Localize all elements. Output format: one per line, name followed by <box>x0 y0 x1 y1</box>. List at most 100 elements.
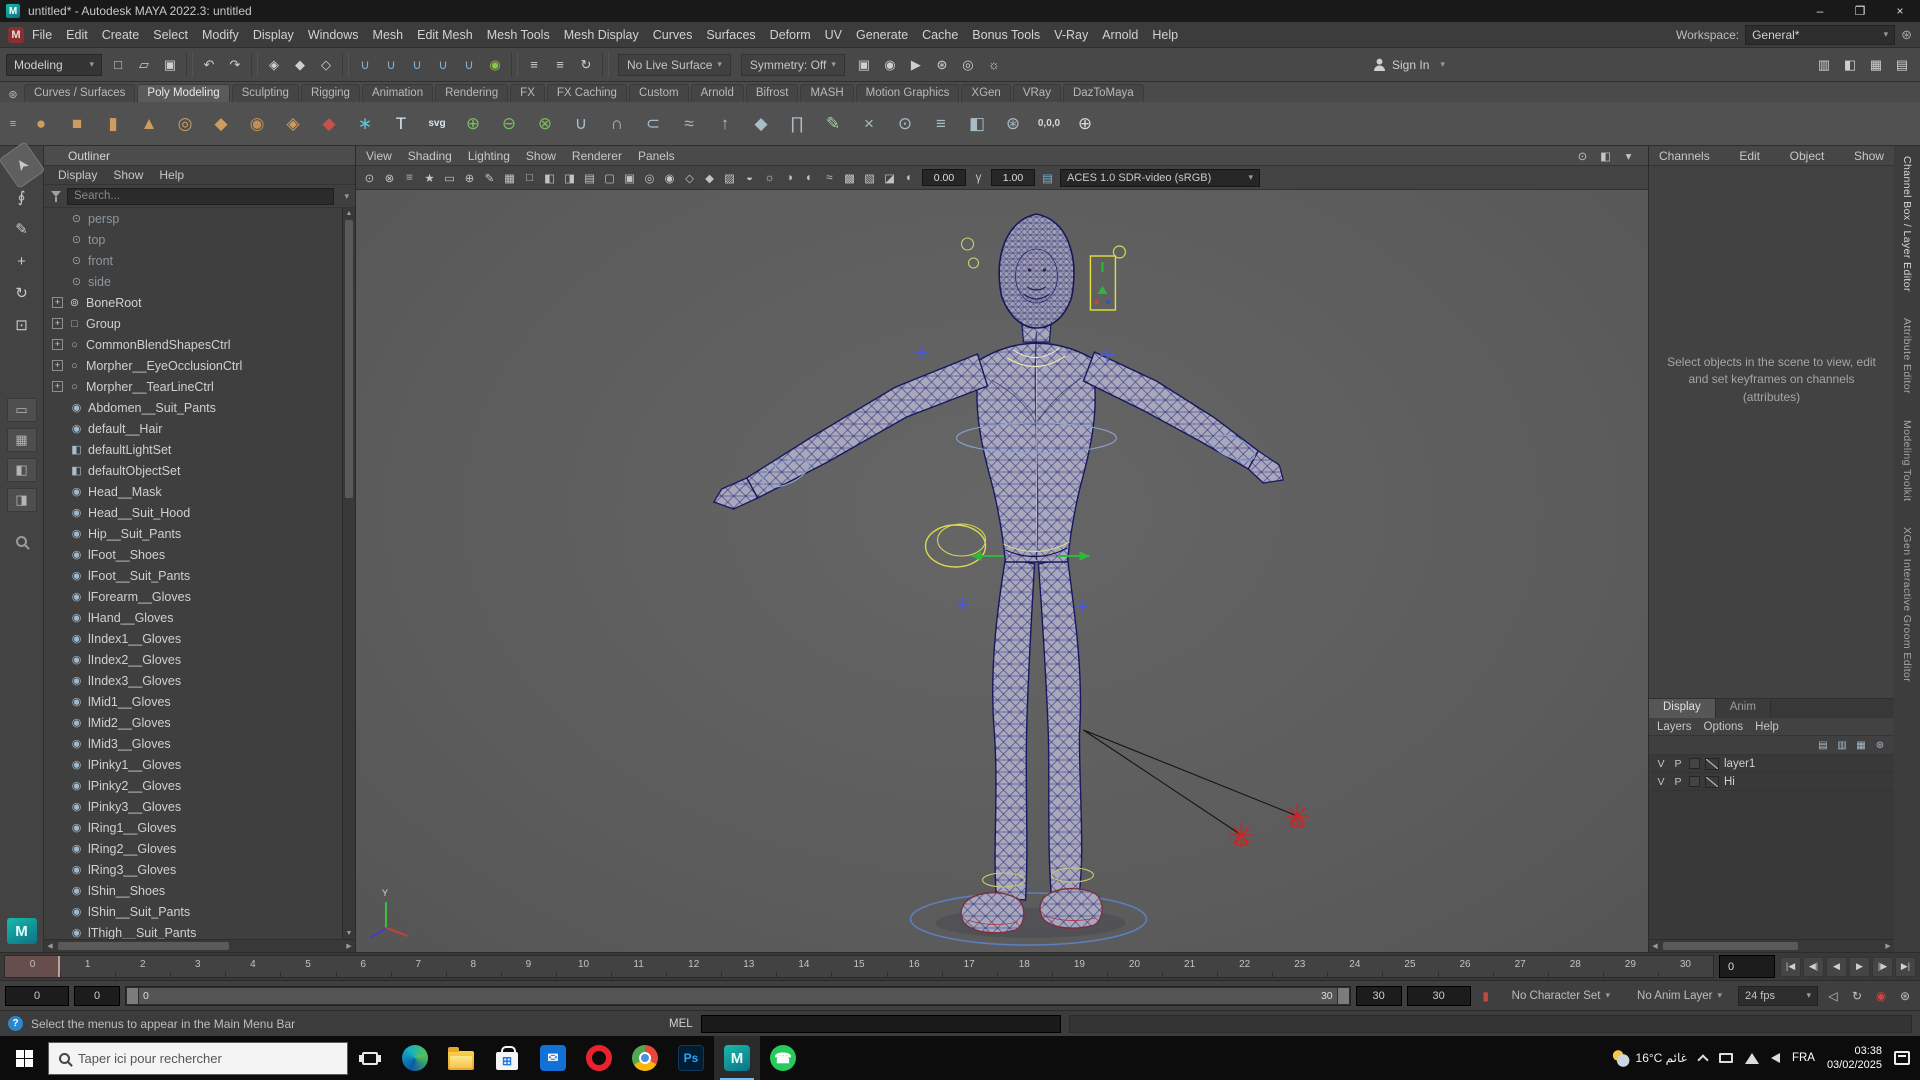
live-surface-select[interactable]: No Live Surface ▾ <box>618 53 731 76</box>
gamma-field[interactable]: 1.00 <box>991 169 1035 186</box>
shelf-tab-sculpting[interactable]: Sculpting <box>231 84 299 102</box>
outliner-item-morpher-tearlinectrl[interactable]: + ○ Morpher__TearLineCtrl <box>44 376 342 397</box>
volume-icon[interactable] <box>1770 1053 1780 1063</box>
shelf-tab-curves-surfaces[interactable]: Curves / Surfaces <box>24 84 136 102</box>
go-to-start-button[interactable]: |◀ <box>1780 956 1801 977</box>
outliner-menu-display[interactable]: Display <box>58 168 97 182</box>
outliner-item-lhand-gloves[interactable]: ◉ lHand__Gloves <box>44 607 342 628</box>
grease-pencil-icon[interactable]: ✎ <box>480 168 499 187</box>
outliner-item-lpinky2-gloves[interactable]: ◉ lPinky2__Gloves <box>44 775 342 796</box>
rotate-tool[interactable]: ↻ <box>5 278 39 308</box>
outliner-item-lring1-gloves[interactable]: ◉ lRing1__Gloves <box>44 817 342 838</box>
hypershade-icon[interactable]: ◎ <box>956 53 980 77</box>
menu-mesh-tools[interactable]: Mesh Tools <box>487 28 550 42</box>
resolution-gate-icon[interactable]: ◧ <box>540 168 559 187</box>
layer-visibility-toggle[interactable]: V <box>1655 776 1667 788</box>
screen-space-ao-icon[interactable]: ◐ <box>800 168 819 187</box>
outliner-item-lpinky3-gloves[interactable]: ◉ lPinky3__Gloves <box>44 796 342 817</box>
shelf-poly-cone-icon[interactable]: ▲ <box>132 107 166 141</box>
layer-playback-toggle[interactable]: P <box>1672 758 1684 770</box>
chevron-down-icon[interactable]: ▾ <box>344 191 349 202</box>
move-tool[interactable]: + <box>5 246 39 276</box>
field-chart-icon[interactable]: ▤ <box>580 168 599 187</box>
shelf-boolean-union-icon[interactable]: ⊕ <box>456 107 490 141</box>
shelf-target-weld-icon[interactable]: ⊙ <box>888 107 922 141</box>
render-sequence-icon[interactable]: ▶ <box>904 53 928 77</box>
menu-display[interactable]: Display <box>253 28 294 42</box>
outliner-item-lring2-gloves[interactable]: ◉ lRing2__Gloves <box>44 838 342 859</box>
network-icon[interactable] <box>1744 1052 1759 1064</box>
taskbar-app-microsoft-store[interactable]: ⊞ <box>484 1036 530 1080</box>
outliner-item-head-mask[interactable]: ◉ Head__Mask <box>44 481 342 502</box>
select-by-component-icon[interactable]: ◇ <box>314 53 338 77</box>
taskbar-app-maya[interactable]: M <box>714 1036 760 1080</box>
mute-playback-icon[interactable]: ◁ <box>1823 986 1843 1006</box>
menu-arnold[interactable]: Arnold <box>1102 28 1138 42</box>
shelf-gear-icon[interactable]: ⊛ <box>4 86 22 102</box>
mel-command-input[interactable] <box>700 1014 1061 1033</box>
outliner-item-lthigh-suit-pants[interactable]: ◉ lThigh__Suit_Pants <box>44 922 342 940</box>
scroll-right-arrow[interactable]: ▶ <box>1882 940 1894 952</box>
start-button[interactable] <box>0 1036 48 1080</box>
save-scene-icon[interactable]: ▣ <box>158 53 182 77</box>
panel-layout-single-icon[interactable]: ▥ <box>1812 53 1836 77</box>
sidebar-tab-xgen-interactive-groom-editor[interactable]: XGen Interactive Groom Editor <box>1901 527 1913 682</box>
image-plane-icon[interactable]: ▭ <box>440 168 459 187</box>
outliner-item-top[interactable]: ⊙ top <box>44 229 342 250</box>
shelf-tab-poly-modeling[interactable]: Poly Modeling <box>137 84 230 102</box>
layer-editor-scrollbar[interactable]: ◀ ▶ <box>1649 939 1894 952</box>
shelf-poly-disc-icon[interactable]: ◉ <box>240 107 274 141</box>
task-view-button[interactable] <box>348 1036 392 1080</box>
light-editor-icon[interactable]: ☼ <box>982 53 1006 77</box>
outliner-item-lmid3-gloves[interactable]: ◉ lMid3__Gloves <box>44 733 342 754</box>
mel-result-field[interactable] <box>1068 1014 1912 1033</box>
menu-edit-mesh[interactable]: Edit Mesh <box>417 28 473 42</box>
outliner-item-lpinky1-gloves[interactable]: ◉ lPinky1__Gloves <box>44 754 342 775</box>
taskbar-search[interactable] <box>48 1041 348 1075</box>
outliner-horizontal-scrollbar[interactable]: ◀ ▶ <box>44 939 355 952</box>
minimize-button[interactable]: – <box>1800 0 1840 22</box>
expand-toggle[interactable]: + <box>52 339 63 350</box>
create-empty-layer-icon[interactable]: ▤ <box>1815 737 1831 753</box>
shelf-multi-cut-icon[interactable]: × <box>852 107 886 141</box>
layer-options-icon[interactable]: ⊛ <box>1872 737 1888 753</box>
menu-edit[interactable]: Edit <box>66 28 88 42</box>
shelf-boolean-difference-icon[interactable]: ⊖ <box>492 107 526 141</box>
outliner-item-lring3-gloves[interactable]: ◉ lRing3__Gloves <box>44 859 342 880</box>
taskbar-app-opera[interactable] <box>576 1036 622 1080</box>
channel-box-menu-channels[interactable]: Channels <box>1659 149 1710 163</box>
taskbar-search-input[interactable] <box>78 1050 308 1066</box>
workspace-gear-icon[interactable]: ⊛ <box>1901 27 1912 43</box>
persp-graph-layout[interactable]: ◨ <box>6 488 37 512</box>
new-scene-icon[interactable]: □ <box>106 53 130 77</box>
maya-home-icon[interactable]: M <box>8 26 24 43</box>
shelf-tab-xgen[interactable]: XGen <box>961 84 1011 102</box>
outliner-item-abdomen-suit-pants[interactable]: ◉ Abdomen__Suit_Pants <box>44 397 342 418</box>
outliner-item-persp[interactable]: ⊙ persp <box>44 208 342 229</box>
scrollbar-thumb[interactable] <box>58 942 230 950</box>
play-backwards-button[interactable]: ◀ <box>1826 956 1847 977</box>
lock-camera-icon[interactable]: ⊗ <box>380 168 399 187</box>
film-gate-icon[interactable]: □ <box>520 168 539 187</box>
viewport-menu-panels[interactable]: Panels <box>638 149 675 163</box>
close-button[interactable]: × <box>1880 0 1920 22</box>
shelf-poly-plane-icon[interactable]: ◆ <box>204 107 238 141</box>
shelf-average-vertices-icon[interactable]: ⊛ <box>996 107 1030 141</box>
mel-toggle[interactable]: MEL <box>669 1018 693 1030</box>
color-management-icon[interactable]: ▤ <box>1038 168 1057 187</box>
motion-blur-icon[interactable]: ≈ <box>820 168 839 187</box>
outliner-item-group[interactable]: + □ Group <box>44 313 342 334</box>
menu-curves[interactable]: Curves <box>653 28 693 42</box>
shelf-connect-icon[interactable]: ≡ <box>924 107 958 141</box>
shelf-tab-custom[interactable]: Custom <box>628 84 689 102</box>
scale-tool[interactable]: ⊡ <box>5 310 39 340</box>
snap-to-point-icon[interactable]: ∪ <box>405 53 429 77</box>
sort-layers-icon[interactable]: ▦ <box>1853 737 1869 753</box>
outliner-item-commonblendshapesctrl[interactable]: + ○ CommonBlendShapesCtrl <box>44 334 342 355</box>
channel-box-menu-show[interactable]: Show <box>1854 149 1884 163</box>
scroll-left-arrow[interactable]: ◀ <box>1649 940 1661 952</box>
layer-menu-layers[interactable]: Layers <box>1657 721 1692 733</box>
snap-to-projected-center-icon[interactable]: ∪ <box>431 53 455 77</box>
right-shoe[interactable] <box>1039 887 1103 929</box>
wireframe-display-icon[interactable]: ◇ <box>680 168 699 187</box>
